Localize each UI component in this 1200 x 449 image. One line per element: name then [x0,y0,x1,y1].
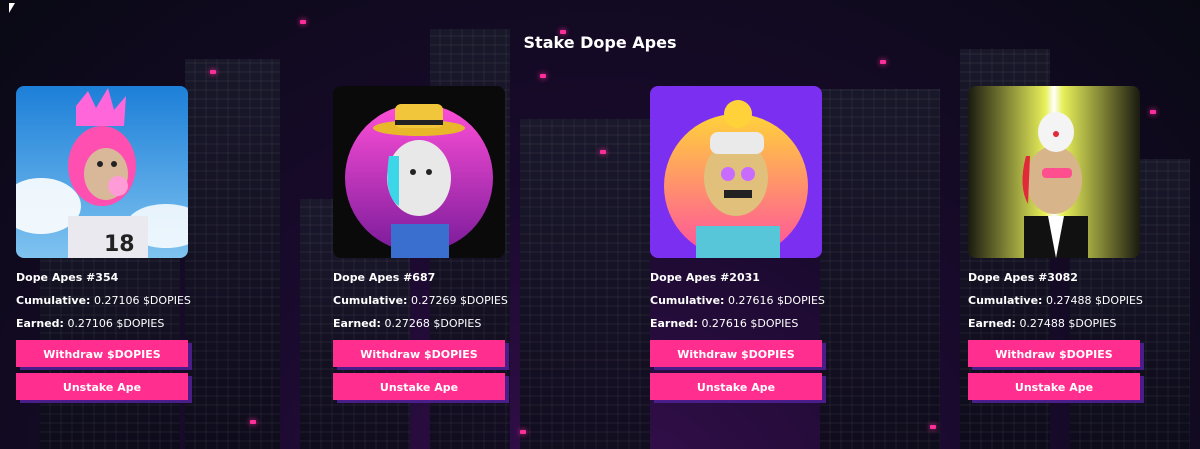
cumulative-value: 0.27488 $DOPIES [1045,294,1143,307]
unstake-button[interactable]: Unstake Ape [650,373,822,400]
unstake-button[interactable]: Unstake Ape [16,373,188,400]
ape-name: Dope Apes #2031 [650,271,760,284]
cumulative-label: Cumulative: [650,294,725,307]
page-title: Stake Dope Apes [523,33,677,52]
earned-row: Earned: 0.27268 $DOPIES [333,317,509,330]
cumulative-value: 0.27106 $DOPIES [93,294,191,307]
withdraw-button[interactable]: Withdraw $DOPIES [16,340,188,367]
cumulative-row: Cumulative: 0.27488 $DOPIES [968,294,1144,307]
earned-label: Earned: [16,317,64,330]
withdraw-button[interactable]: Withdraw $DOPIES [968,340,1140,367]
earned-value: 0.27268 $DOPIES [384,317,482,330]
cumulative-row: Cumulative: 0.27616 $DOPIES [650,294,826,307]
cumulative-label: Cumulative: [968,294,1043,307]
cumulative-value: 0.27269 $DOPIES [410,294,508,307]
earned-value: 0.27106 $DOPIES [67,317,165,330]
withdraw-button[interactable]: Withdraw $DOPIES [333,340,505,367]
ape-name: Dope Apes #354 [16,271,119,284]
cumulative-value: 0.27616 $DOPIES [727,294,825,307]
unstake-button[interactable]: Unstake Ape [968,373,1140,400]
withdraw-button[interactable]: Withdraw $DOPIES [650,340,822,367]
earned-row: Earned: 0.27616 $DOPIES [650,317,826,330]
ape-image [650,86,822,258]
earned-value: 0.27616 $DOPIES [701,317,799,330]
cumulative-row: Cumulative: 0.27269 $DOPIES [333,294,509,307]
ape-image [968,86,1140,258]
earned-label: Earned: [968,317,1016,330]
svg-text:18: 18 [104,232,135,257]
earned-label: Earned: [650,317,698,330]
mouse-cursor-icon [9,3,15,13]
earned-row: Earned: 0.27106 $DOPIES [16,317,192,330]
ape-image [333,86,505,258]
cumulative-label: Cumulative: [16,294,91,307]
ape-name: Dope Apes #3082 [968,271,1078,284]
ape-card: Dope Apes #2031 Cumulative: 0.27616 $DOP… [650,86,826,400]
ape-card: Dope Apes #3082 Cumulative: 0.27488 $DOP… [968,86,1144,400]
ape-image: 18 [16,86,188,258]
earned-value: 0.27488 $DOPIES [1019,317,1117,330]
earned-label: Earned: [333,317,381,330]
ape-card: 18 Dope Apes #354 Cumulative: 0.27106 $D… [16,86,192,400]
cumulative-row: Cumulative: 0.27106 $DOPIES [16,294,192,307]
unstake-button[interactable]: Unstake Ape [333,373,505,400]
ape-card: Dope Apes #687 Cumulative: 0.27269 $DOPI… [333,86,509,400]
ape-name: Dope Apes #687 [333,271,436,284]
earned-row: Earned: 0.27488 $DOPIES [968,317,1144,330]
cumulative-label: Cumulative: [333,294,408,307]
